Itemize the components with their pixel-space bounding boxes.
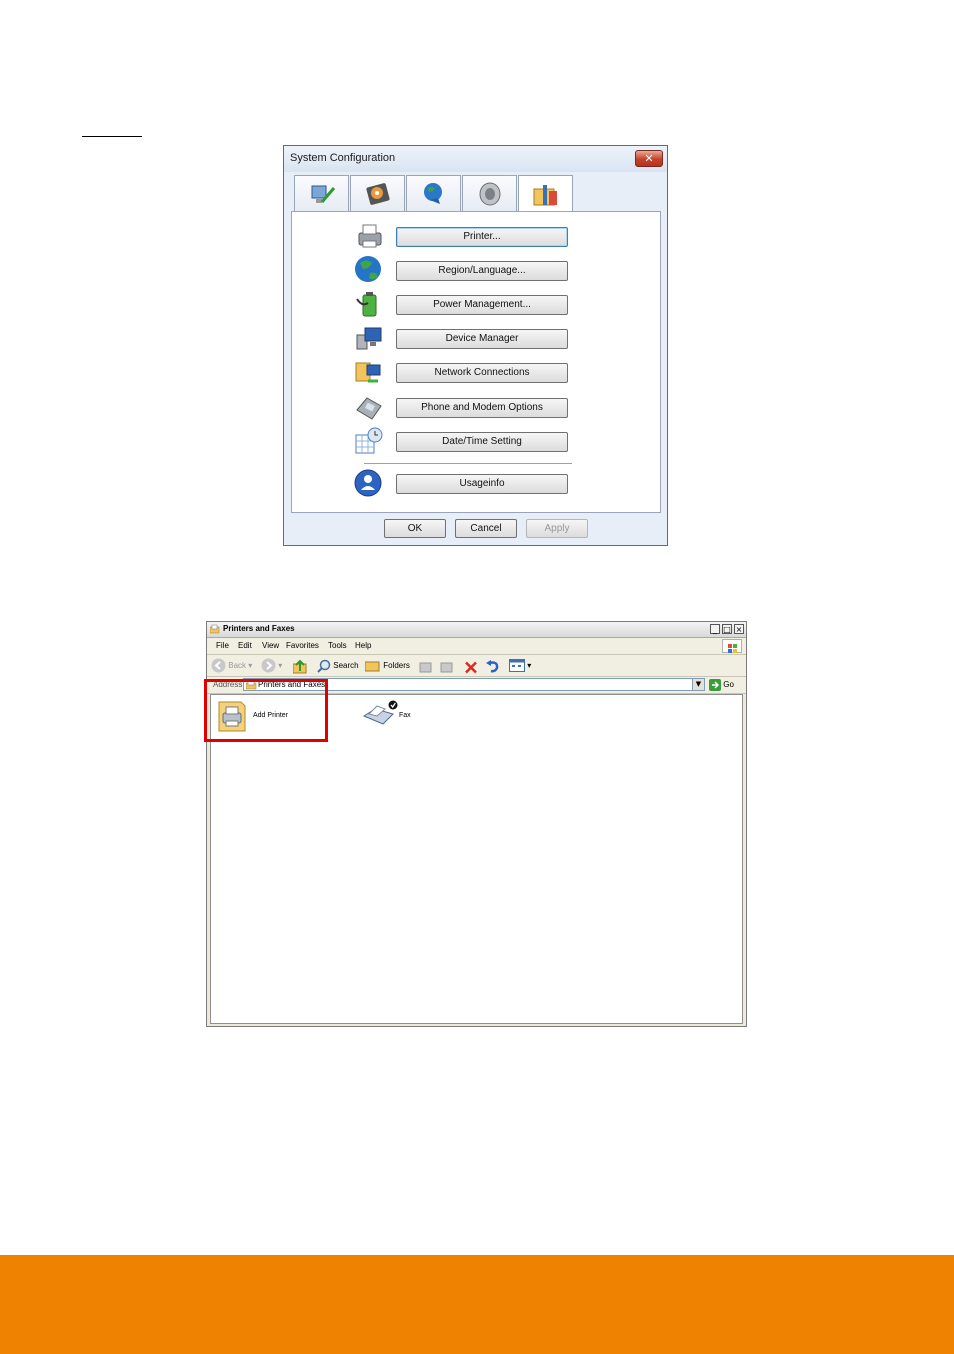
search-label: Search bbox=[333, 661, 359, 670]
search-button[interactable]: Search bbox=[317, 657, 359, 674]
separator bbox=[364, 463, 572, 464]
back-label: Back bbox=[228, 661, 247, 670]
row-phone-modem: Phone and Modem Options bbox=[354, 392, 584, 422]
go-label: Go bbox=[723, 680, 734, 690]
row-device-manager: Device Manager bbox=[354, 323, 584, 353]
fax-item[interactable]: Fax bbox=[361, 700, 421, 734]
toolbar: Back ▾ ▾ Search Folders ▾ bbox=[207, 655, 746, 677]
back-button[interactable]: Back ▾ bbox=[211, 657, 252, 674]
go-button[interactable]: Go bbox=[709, 679, 734, 691]
user-icon bbox=[354, 469, 382, 497]
printer-icon bbox=[358, 224, 382, 248]
date-time-setting-button[interactable]: Date/Time Setting bbox=[396, 432, 568, 452]
ok-button[interactable]: OK bbox=[384, 519, 446, 538]
tab-panel: Printer... Region/Language... Power Mana… bbox=[291, 211, 661, 513]
globe-icon bbox=[355, 256, 381, 282]
highlight-box bbox=[204, 679, 328, 742]
menu-favorites[interactable]: Favorites bbox=[286, 641, 319, 650]
menu-bar: File Edit View Favorites Tools Help bbox=[207, 638, 746, 655]
row-date-time: Date/Time Setting bbox=[354, 426, 584, 456]
content-area: Add Printer Fax bbox=[210, 694, 743, 1024]
up-folder-icon[interactable] bbox=[293, 658, 307, 675]
monitor-pen-icon bbox=[311, 185, 335, 203]
window-title: Printers and Faxes bbox=[223, 624, 295, 633]
row-printer: Printer... bbox=[354, 221, 584, 251]
views-icon bbox=[509, 659, 525, 673]
battery-icon bbox=[356, 292, 377, 317]
undo-icon[interactable] bbox=[485, 658, 500, 675]
speaker-icon bbox=[479, 182, 500, 206]
row-region-language: Region/Language... bbox=[354, 255, 584, 285]
menu-view[interactable]: View bbox=[262, 641, 279, 650]
menu-edit[interactable]: Edit bbox=[238, 641, 252, 650]
row-network-connections: Network Connections bbox=[354, 357, 584, 387]
forward-arrow-icon bbox=[261, 658, 276, 673]
tools-folder-icon bbox=[533, 184, 557, 205]
fax-label: Fax bbox=[399, 712, 411, 719]
power-management-button[interactable]: Power Management... bbox=[396, 295, 568, 315]
tab-display[interactable] bbox=[294, 175, 349, 212]
folders-label: Folders bbox=[383, 661, 410, 670]
menu-file[interactable]: File bbox=[216, 641, 229, 650]
windows-logo-icon bbox=[722, 639, 742, 653]
delete-icon[interactable] bbox=[464, 659, 478, 676]
printer-button[interactable]: Printer... bbox=[396, 227, 568, 247]
views-button[interactable]: ▾ bbox=[509, 657, 531, 674]
region-language-button[interactable]: Region/Language... bbox=[396, 261, 568, 281]
close-button[interactable]: ✕ bbox=[635, 150, 663, 167]
network-connections-button[interactable]: Network Connections bbox=[396, 363, 568, 383]
back-arrow-icon bbox=[211, 658, 226, 673]
computer-icon bbox=[356, 327, 382, 350]
cancel-button[interactable]: Cancel bbox=[455, 519, 517, 538]
printer-folder-icon bbox=[210, 624, 220, 634]
row-power-management: Power Management... bbox=[354, 289, 584, 319]
title-bar: System Configuration ✕ bbox=[284, 146, 667, 172]
address-dropdown[interactable]: ▼ bbox=[692, 679, 704, 690]
menu-help[interactable]: Help bbox=[355, 641, 371, 650]
globe-network-icon bbox=[423, 183, 442, 204]
hard-disk-icon bbox=[365, 183, 390, 205]
device-manager-button[interactable]: Device Manager bbox=[396, 329, 568, 349]
folders-button[interactable]: Folders bbox=[364, 657, 410, 674]
row-usageinfo: Usageinfo bbox=[354, 468, 584, 498]
tab-system[interactable] bbox=[518, 175, 573, 213]
folders-icon bbox=[364, 661, 380, 672]
minimize-button[interactable]: _ bbox=[710, 624, 720, 634]
usageinfo-button[interactable]: Usageinfo bbox=[396, 474, 568, 494]
menu-tools[interactable]: Tools bbox=[328, 641, 347, 650]
calendar-clock-icon bbox=[355, 427, 383, 454]
fax-icon bbox=[362, 700, 398, 725]
apply-button[interactable]: Apply bbox=[526, 519, 588, 538]
forward-button[interactable]: ▾ bbox=[261, 657, 282, 674]
system-configuration-window: System Configuration ✕ Printer... Region… bbox=[283, 145, 668, 546]
close-button[interactable]: × bbox=[734, 624, 744, 634]
title-bar: Printers and Faxes _ □ × bbox=[207, 622, 746, 638]
window-title: System Configuration bbox=[290, 152, 396, 164]
move-to-icon[interactable] bbox=[419, 659, 433, 676]
tab-sound[interactable] bbox=[462, 175, 517, 212]
document-underline bbox=[82, 136, 142, 137]
search-icon bbox=[317, 659, 331, 673]
copy-to-icon[interactable] bbox=[440, 659, 454, 676]
footer-bar bbox=[0, 1255, 954, 1354]
telephone-icon bbox=[356, 397, 382, 420]
network-folder-icon bbox=[355, 362, 381, 383]
phone-modem-options-button[interactable]: Phone and Modem Options bbox=[396, 398, 568, 418]
maximize-button[interactable]: □ bbox=[722, 624, 732, 634]
tab-internet[interactable] bbox=[406, 175, 461, 212]
tab-disk[interactable] bbox=[350, 175, 405, 212]
go-arrow-icon bbox=[709, 679, 721, 691]
